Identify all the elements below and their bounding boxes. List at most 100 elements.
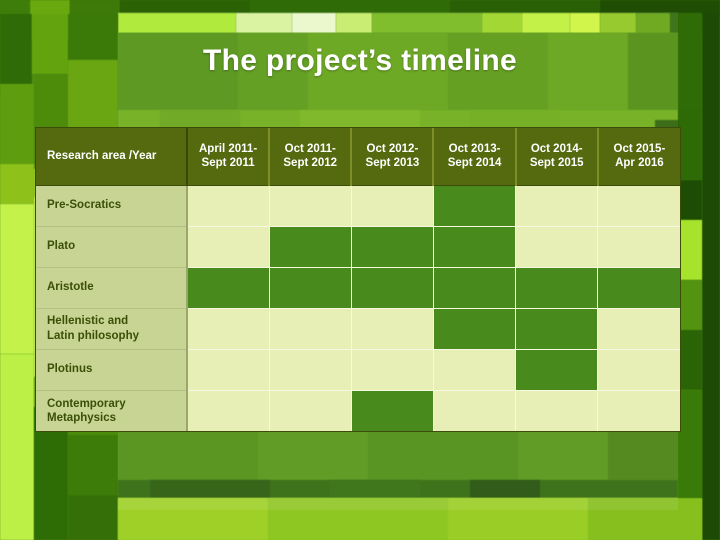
timeline-cell-r3-c6 (597, 267, 680, 309)
row-label-6: Contemporary Metaphysics (36, 390, 188, 431)
row-label-3: Aristotle (36, 267, 188, 309)
background-block (118, 430, 258, 480)
background-block (600, 13, 636, 33)
column-header-line: Sept 2014 (447, 157, 502, 170)
row-label-5: Plotinus (36, 349, 188, 391)
table-row: Plato (36, 226, 680, 268)
timeline-cell-r1-c3 (351, 185, 434, 227)
timeline-cell-r4-c3 (351, 308, 434, 350)
table-row: Contemporary Metaphysics (36, 390, 680, 431)
column-header-period-2: Oct 2011- Sept 2012 (269, 128, 353, 186)
column-header-line: Sept 2012 (283, 157, 338, 170)
background-block (450, 0, 600, 14)
column-header-period-1: April 2011- Sept 2011 (187, 128, 271, 186)
background-block (268, 498, 448, 540)
background-block (120, 0, 250, 14)
timeline-cell-r6-c1 (187, 390, 270, 431)
column-header-line: Sept 2013 (365, 157, 420, 170)
background-block (0, 14, 32, 84)
row-label-line: Aristotle (47, 281, 94, 294)
background-block (372, 13, 482, 33)
column-header-line: Apr 2016 (615, 157, 664, 170)
background-block (118, 13, 236, 33)
column-header-period-3: Oct 2012- Sept 2013 (351, 128, 435, 186)
row-label-line: Latin philosophy (47, 329, 139, 342)
table-header-row: Research area /Year April 2011- Sept 2011… (36, 128, 680, 186)
background-block (702, 13, 720, 540)
background-block (0, 84, 34, 164)
row-label-2: Plato (36, 226, 188, 268)
timeline-cell-r1-c5 (515, 185, 599, 227)
timeline-cell-r3-c3 (351, 267, 434, 309)
background-block (678, 110, 702, 180)
timeline-cell-r2-c6 (597, 226, 680, 268)
background-block (150, 480, 270, 498)
column-header-period-5: Oct 2014- Sept 2015 (515, 128, 599, 186)
background-block (0, 354, 34, 540)
page-title: The project’s timeline (203, 44, 517, 77)
timeline-cell-r3-c2 (269, 267, 352, 309)
background-block (678, 330, 702, 390)
row-label-line: Plotinus (47, 363, 93, 376)
row-label-line: Contemporary (47, 397, 126, 410)
column-header-period-6: Oct 2015- Apr 2016 (597, 128, 680, 186)
background-block (678, 390, 702, 498)
background-block (292, 13, 336, 33)
timeline-cell-r2-c3 (351, 226, 434, 268)
slide-canvas: The project’s timeline Research area /Ye… (0, 0, 720, 540)
table-row: Aristotle (36, 267, 680, 309)
row-label-line: Hellenistic and (47, 315, 129, 328)
column-header-line: Oct 2012- (366, 143, 419, 156)
column-header-period-4: Oct 2013- Sept 2014 (433, 128, 517, 186)
background-block (470, 480, 540, 498)
timeline-table-header: Research area /Year April 2011- Sept 2011… (36, 128, 680, 186)
table-row: Plotinus (36, 349, 680, 391)
row-label-1: Pre-Socratics (36, 185, 188, 227)
timeline-cell-r1-c6 (597, 185, 680, 227)
background-block (678, 13, 702, 113)
timeline-cell-r1-c2 (269, 185, 352, 227)
timeline-cell-r5-c4 (433, 349, 517, 391)
background-block (608, 430, 678, 480)
timeline-cell-r6-c4 (433, 390, 517, 431)
table-row: Hellenistic and Latin philosophy (36, 308, 680, 350)
timeline-cell-r5-c2 (269, 349, 352, 391)
background-block (68, 435, 118, 495)
background-block (518, 430, 608, 480)
timeline-table-container: Research area /Year April 2011- Sept 2011… (35, 127, 681, 432)
background-block (330, 480, 420, 498)
timeline-cell-r3-c4 (433, 267, 517, 309)
background-block (0, 164, 34, 204)
timeline-cell-r5-c6 (597, 349, 680, 391)
timeline-cell-r6-c5 (515, 390, 599, 431)
timeline-cell-r6-c2 (269, 390, 352, 431)
timeline-cell-r4-c1 (187, 308, 270, 350)
background-block (258, 430, 368, 480)
timeline-cell-r2-c4 (433, 226, 517, 268)
background-block (678, 220, 702, 280)
background-block (236, 13, 292, 33)
timeline-cell-r3-c5 (515, 267, 599, 309)
timeline-cell-r2-c5 (515, 226, 599, 268)
background-block (448, 498, 588, 540)
background-block (336, 13, 372, 33)
timeline-cell-r5-c3 (351, 349, 434, 391)
table-row: Pre-Socratics (36, 185, 680, 227)
column-header-line: Oct 2015- (613, 143, 666, 156)
timeline-cell-r6-c6 (597, 390, 680, 431)
background-block (68, 495, 118, 540)
timeline-cell-r3-c1 (187, 267, 270, 309)
timeline-cell-r2-c1 (187, 226, 270, 268)
timeline-cell-r1-c1 (187, 185, 270, 227)
timeline-table: Research area /Year April 2011- Sept 2011… (36, 128, 680, 431)
row-label-line: Metaphysics (47, 411, 117, 424)
column-header-line: Sept 2011 (201, 157, 255, 170)
timeline-cell-r5-c1 (187, 349, 270, 391)
timeline-cell-r4-c2 (269, 308, 352, 350)
column-header-line: Oct 2011- (284, 143, 336, 156)
timeline-cell-r5-c5 (515, 349, 599, 391)
background-block (570, 13, 600, 33)
column-header-line: Oct 2013- (448, 143, 501, 156)
column-header-line: Sept 2015 (529, 157, 584, 170)
column-header-research-area: Research area /Year (36, 128, 188, 186)
